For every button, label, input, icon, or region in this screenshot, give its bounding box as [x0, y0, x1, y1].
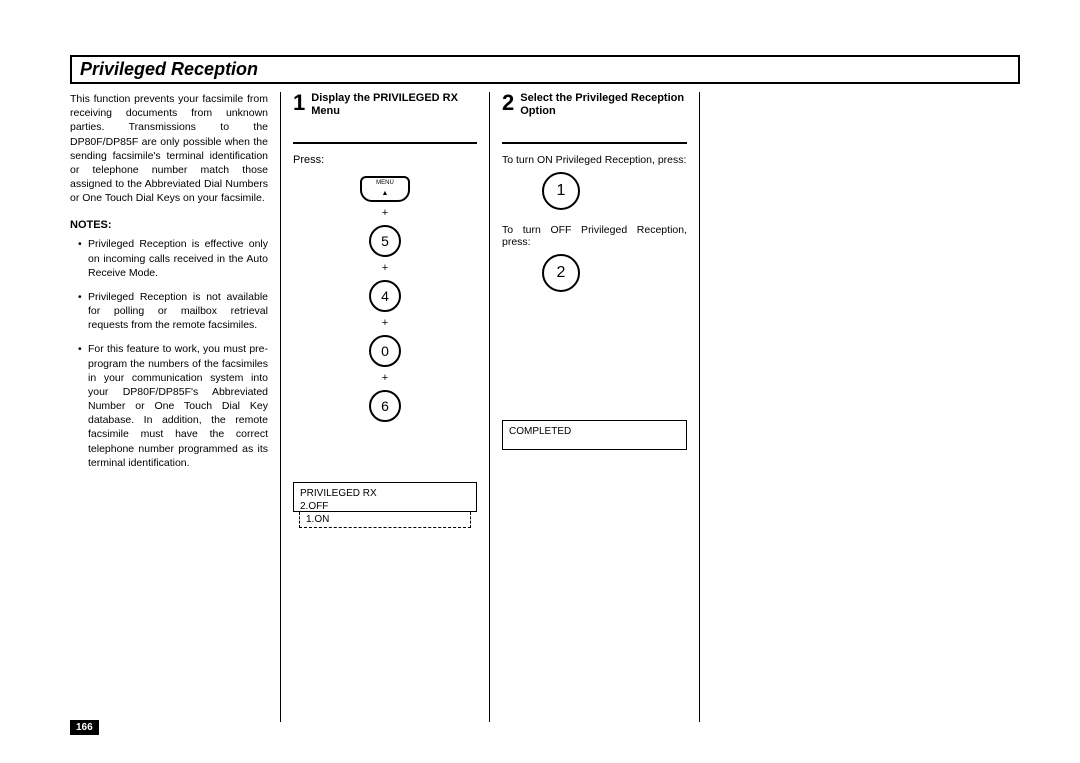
plus-icon: +	[382, 263, 388, 274]
key-5-icon: 5	[369, 225, 401, 257]
key-4-icon: 4	[369, 280, 401, 312]
note-item: Privileged Reception is effective only o…	[88, 237, 268, 280]
on-instruction: To turn ON Privileged Reception, press:	[502, 154, 687, 166]
step2-column: 2 Select the Privileged Reception Option…	[490, 92, 700, 722]
page-number: 166	[70, 720, 99, 735]
plus-icon: +	[382, 373, 388, 384]
plus-icon: +	[382, 208, 388, 219]
lcd-display-wrap: PRIVILEGED RX 2.OFF 1.ON	[293, 482, 477, 528]
key-2-icon: 2	[542, 254, 580, 292]
notes-heading: NOTES:	[70, 219, 268, 231]
left-column: This function prevents your facsimile fr…	[70, 92, 280, 722]
plus-icon: +	[382, 318, 388, 329]
lcd-sub-option: 1.ON	[299, 512, 471, 528]
key-0-icon: 0	[369, 335, 401, 367]
lcd-line1: COMPLETED	[509, 425, 680, 438]
note-item: Privileged Reception is not available fo…	[88, 290, 268, 333]
key-sequence: MENU + 5 + 4 + 0 + 6	[293, 176, 477, 422]
step1-column: 1 Display the PRIVILEGED RX Menu Press: …	[280, 92, 490, 722]
press-label: Press:	[293, 154, 477, 166]
columns-container: This function prevents your facsimile fr…	[70, 92, 1020, 722]
lcd-display: COMPLETED	[502, 420, 687, 450]
lcd-display: PRIVILEGED RX 2.OFF	[293, 482, 477, 512]
key-6-icon: 6	[369, 390, 401, 422]
step1-number: 1	[293, 92, 305, 114]
notes-list: Privileged Reception is effective only o…	[70, 237, 268, 470]
note-item: For this feature to work, you must pre-p…	[88, 342, 268, 470]
key-1-icon: 1	[542, 172, 580, 210]
step2-header: 2 Select the Privileged Reception Option	[502, 92, 687, 144]
section-title: Privileged Reception	[80, 59, 1010, 80]
lcd-display-wrap: COMPLETED	[502, 420, 687, 450]
off-instruction: To turn OFF Privileged Reception, press:	[502, 224, 687, 248]
step1-title: Display the PRIVILEGED RX Menu	[311, 92, 477, 118]
section-title-box: Privileged Reception	[70, 55, 1020, 84]
lcd-line1: PRIVILEGED RX	[300, 487, 470, 500]
intro-text: This function prevents your facsimile fr…	[70, 92, 268, 205]
step2-number: 2	[502, 92, 514, 114]
manual-page: Privileged Reception This function preve…	[0, 0, 1080, 763]
menu-button-icon: MENU	[360, 176, 410, 202]
step1-header: 1 Display the PRIVILEGED RX Menu	[293, 92, 477, 144]
step2-title: Select the Privileged Reception Option	[520, 92, 687, 118]
